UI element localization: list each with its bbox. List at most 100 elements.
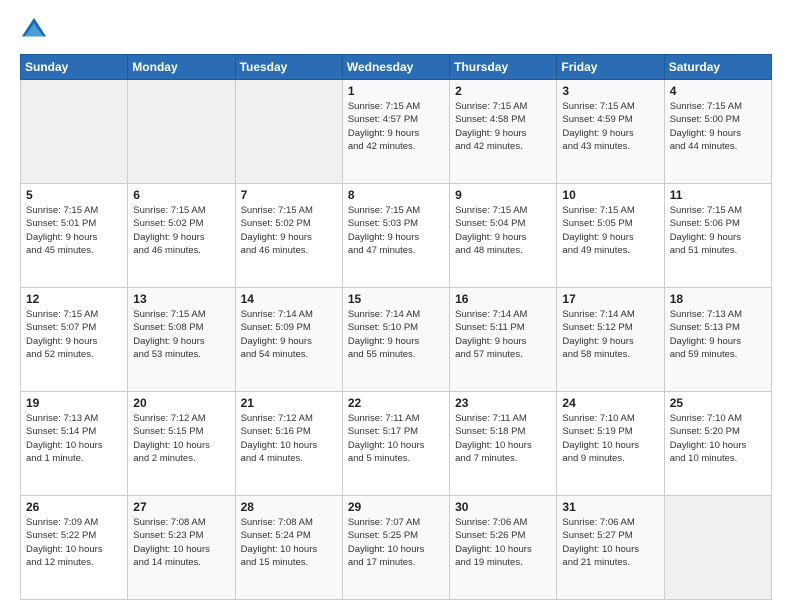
calendar-week-4: 19 Sunrise: 7:13 AM Sunset: 5:14 PM Dayli…	[21, 392, 772, 496]
calendar-cell: 26Sunrise: 7:09 AM Sunset: 5:22 PM Dayli…	[21, 496, 128, 600]
day-number: 3	[562, 84, 658, 98]
day-number: 22	[348, 396, 444, 410]
day-number: 10	[562, 188, 658, 202]
calendar-cell: 17 Sunrise: 7:14 AM Sunset: 5:12 PM Dayli…	[557, 288, 664, 392]
day-number: 9	[455, 188, 551, 202]
day-info: Sunrise: 7:15 AM Sunset: 5:08 PM Dayligh…	[133, 308, 229, 361]
logo-icon	[20, 16, 48, 44]
day-number: 15	[348, 292, 444, 306]
calendar-cell: 1Sunrise: 7:15 AM Sunset: 4:57 PM Daylig…	[342, 80, 449, 184]
calendar-cell: 25 Sunrise: 7:10 AM Sunset: 5:20 PM Dayli…	[664, 392, 771, 496]
day-number: 5	[26, 188, 122, 202]
day-info: Sunrise: 7:14 AM Sunset: 5:12 PM Dayligh…	[562, 308, 658, 361]
calendar-cell: 16Sunrise: 7:14 AM Sunset: 5:11 PM Dayli…	[450, 288, 557, 392]
day-info: Sunrise: 7:15 AM Sunset: 5:05 PM Dayligh…	[562, 204, 658, 257]
day-info: Sunrise: 7:15 AM Sunset: 4:59 PM Dayligh…	[562, 100, 658, 153]
day-number: 12	[26, 292, 122, 306]
calendar-week-2: 5Sunrise: 7:15 AM Sunset: 5:01 PM Daylig…	[21, 184, 772, 288]
day-number: 1	[348, 84, 444, 98]
calendar-cell: 5Sunrise: 7:15 AM Sunset: 5:01 PM Daylig…	[21, 184, 128, 288]
day-number: 4	[670, 84, 766, 98]
calendar-week-3: 12 Sunrise: 7:15 AM Sunset: 5:07 PM Dayli…	[21, 288, 772, 392]
calendar-cell	[128, 80, 235, 184]
calendar-cell: 15 Sunrise: 7:14 AM Sunset: 5:10 PM Dayli…	[342, 288, 449, 392]
weekday-header-saturday: Saturday	[664, 55, 771, 80]
logo	[20, 16, 52, 44]
day-number: 20	[133, 396, 229, 410]
day-number: 24	[562, 396, 658, 410]
day-info: Sunrise: 7:06 AM Sunset: 5:26 PM Dayligh…	[455, 516, 551, 569]
calendar-cell: 7 Sunrise: 7:15 AM Sunset: 5:02 PM Daylig…	[235, 184, 342, 288]
day-info: Sunrise: 7:10 AM Sunset: 5:19 PM Dayligh…	[562, 412, 658, 465]
calendar-cell: 12 Sunrise: 7:15 AM Sunset: 5:07 PM Dayli…	[21, 288, 128, 392]
day-number: 31	[562, 500, 658, 514]
day-info: Sunrise: 7:15 AM Sunset: 5:07 PM Dayligh…	[26, 308, 122, 361]
day-info: Sunrise: 7:15 AM Sunset: 4:58 PM Dayligh…	[455, 100, 551, 153]
day-number: 14	[241, 292, 337, 306]
calendar-cell: 28Sunrise: 7:08 AM Sunset: 5:24 PM Dayli…	[235, 496, 342, 600]
day-number: 23	[455, 396, 551, 410]
calendar-cell: 22 Sunrise: 7:11 AM Sunset: 5:17 PM Dayli…	[342, 392, 449, 496]
calendar-cell: 29 Sunrise: 7:07 AM Sunset: 5:25 PM Dayli…	[342, 496, 449, 600]
weekday-header-wednesday: Wednesday	[342, 55, 449, 80]
day-info: Sunrise: 7:13 AM Sunset: 5:13 PM Dayligh…	[670, 308, 766, 361]
calendar-cell	[21, 80, 128, 184]
day-number: 19	[26, 396, 122, 410]
day-number: 11	[670, 188, 766, 202]
calendar-cell: 6Sunrise: 7:15 AM Sunset: 5:02 PM Daylig…	[128, 184, 235, 288]
calendar-cell	[664, 496, 771, 600]
day-info: Sunrise: 7:15 AM Sunset: 5:02 PM Dayligh…	[241, 204, 337, 257]
calendar-cell: 10 Sunrise: 7:15 AM Sunset: 5:05 PM Dayli…	[557, 184, 664, 288]
calendar-cell: 20 Sunrise: 7:12 AM Sunset: 5:15 PM Dayli…	[128, 392, 235, 496]
calendar-cell: 23 Sunrise: 7:11 AM Sunset: 5:18 PM Dayli…	[450, 392, 557, 496]
day-number: 29	[348, 500, 444, 514]
calendar-cell: 30Sunrise: 7:06 AM Sunset: 5:26 PM Dayli…	[450, 496, 557, 600]
calendar-body: 1Sunrise: 7:15 AM Sunset: 4:57 PM Daylig…	[21, 80, 772, 600]
day-number: 8	[348, 188, 444, 202]
calendar-cell: 24 Sunrise: 7:10 AM Sunset: 5:19 PM Dayli…	[557, 392, 664, 496]
day-info: Sunrise: 7:10 AM Sunset: 5:20 PM Dayligh…	[670, 412, 766, 465]
page: SundayMondayTuesdayWednesdayThursdayFrid…	[0, 0, 792, 612]
calendar-cell: 11 Sunrise: 7:15 AM Sunset: 5:06 PM Dayli…	[664, 184, 771, 288]
day-info: Sunrise: 7:12 AM Sunset: 5:15 PM Dayligh…	[133, 412, 229, 465]
weekday-header-monday: Monday	[128, 55, 235, 80]
calendar-cell: 14 Sunrise: 7:14 AM Sunset: 5:09 PM Dayli…	[235, 288, 342, 392]
calendar-cell: 21 Sunrise: 7:12 AM Sunset: 5:16 PM Dayli…	[235, 392, 342, 496]
day-info: Sunrise: 7:14 AM Sunset: 5:09 PM Dayligh…	[241, 308, 337, 361]
day-info: Sunrise: 7:11 AM Sunset: 5:18 PM Dayligh…	[455, 412, 551, 465]
calendar-week-5: 26Sunrise: 7:09 AM Sunset: 5:22 PM Dayli…	[21, 496, 772, 600]
day-info: Sunrise: 7:15 AM Sunset: 5:00 PM Dayligh…	[670, 100, 766, 153]
day-info: Sunrise: 7:14 AM Sunset: 5:10 PM Dayligh…	[348, 308, 444, 361]
calendar-cell	[235, 80, 342, 184]
day-number: 17	[562, 292, 658, 306]
day-info: Sunrise: 7:06 AM Sunset: 5:27 PM Dayligh…	[562, 516, 658, 569]
calendar-cell: 18Sunrise: 7:13 AM Sunset: 5:13 PM Dayli…	[664, 288, 771, 392]
header	[20, 16, 772, 44]
day-number: 25	[670, 396, 766, 410]
day-number: 6	[133, 188, 229, 202]
calendar-cell: 19 Sunrise: 7:13 AM Sunset: 5:14 PM Dayli…	[21, 392, 128, 496]
calendar-header: SundayMondayTuesdayWednesdayThursdayFrid…	[21, 55, 772, 80]
day-info: Sunrise: 7:07 AM Sunset: 5:25 PM Dayligh…	[348, 516, 444, 569]
day-info: Sunrise: 7:09 AM Sunset: 5:22 PM Dayligh…	[26, 516, 122, 569]
weekday-header-row: SundayMondayTuesdayWednesdayThursdayFrid…	[21, 55, 772, 80]
day-info: Sunrise: 7:08 AM Sunset: 5:24 PM Dayligh…	[241, 516, 337, 569]
weekday-header-friday: Friday	[557, 55, 664, 80]
calendar-cell: 3 Sunrise: 7:15 AM Sunset: 4:59 PM Daylig…	[557, 80, 664, 184]
day-info: Sunrise: 7:12 AM Sunset: 5:16 PM Dayligh…	[241, 412, 337, 465]
day-number: 13	[133, 292, 229, 306]
day-info: Sunrise: 7:15 AM Sunset: 5:03 PM Dayligh…	[348, 204, 444, 257]
calendar-table: SundayMondayTuesdayWednesdayThursdayFrid…	[20, 54, 772, 600]
calendar-cell: 4 Sunrise: 7:15 AM Sunset: 5:00 PM Daylig…	[664, 80, 771, 184]
calendar-cell: 31 Sunrise: 7:06 AM Sunset: 5:27 PM Dayli…	[557, 496, 664, 600]
calendar-cell: 2 Sunrise: 7:15 AM Sunset: 4:58 PM Daylig…	[450, 80, 557, 184]
day-info: Sunrise: 7:14 AM Sunset: 5:11 PM Dayligh…	[455, 308, 551, 361]
day-info: Sunrise: 7:15 AM Sunset: 5:04 PM Dayligh…	[455, 204, 551, 257]
calendar-cell: 8 Sunrise: 7:15 AM Sunset: 5:03 PM Daylig…	[342, 184, 449, 288]
day-info: Sunrise: 7:15 AM Sunset: 5:06 PM Dayligh…	[670, 204, 766, 257]
day-number: 7	[241, 188, 337, 202]
day-number: 21	[241, 396, 337, 410]
day-info: Sunrise: 7:11 AM Sunset: 5:17 PM Dayligh…	[348, 412, 444, 465]
day-number: 2	[455, 84, 551, 98]
day-info: Sunrise: 7:13 AM Sunset: 5:14 PM Dayligh…	[26, 412, 122, 465]
